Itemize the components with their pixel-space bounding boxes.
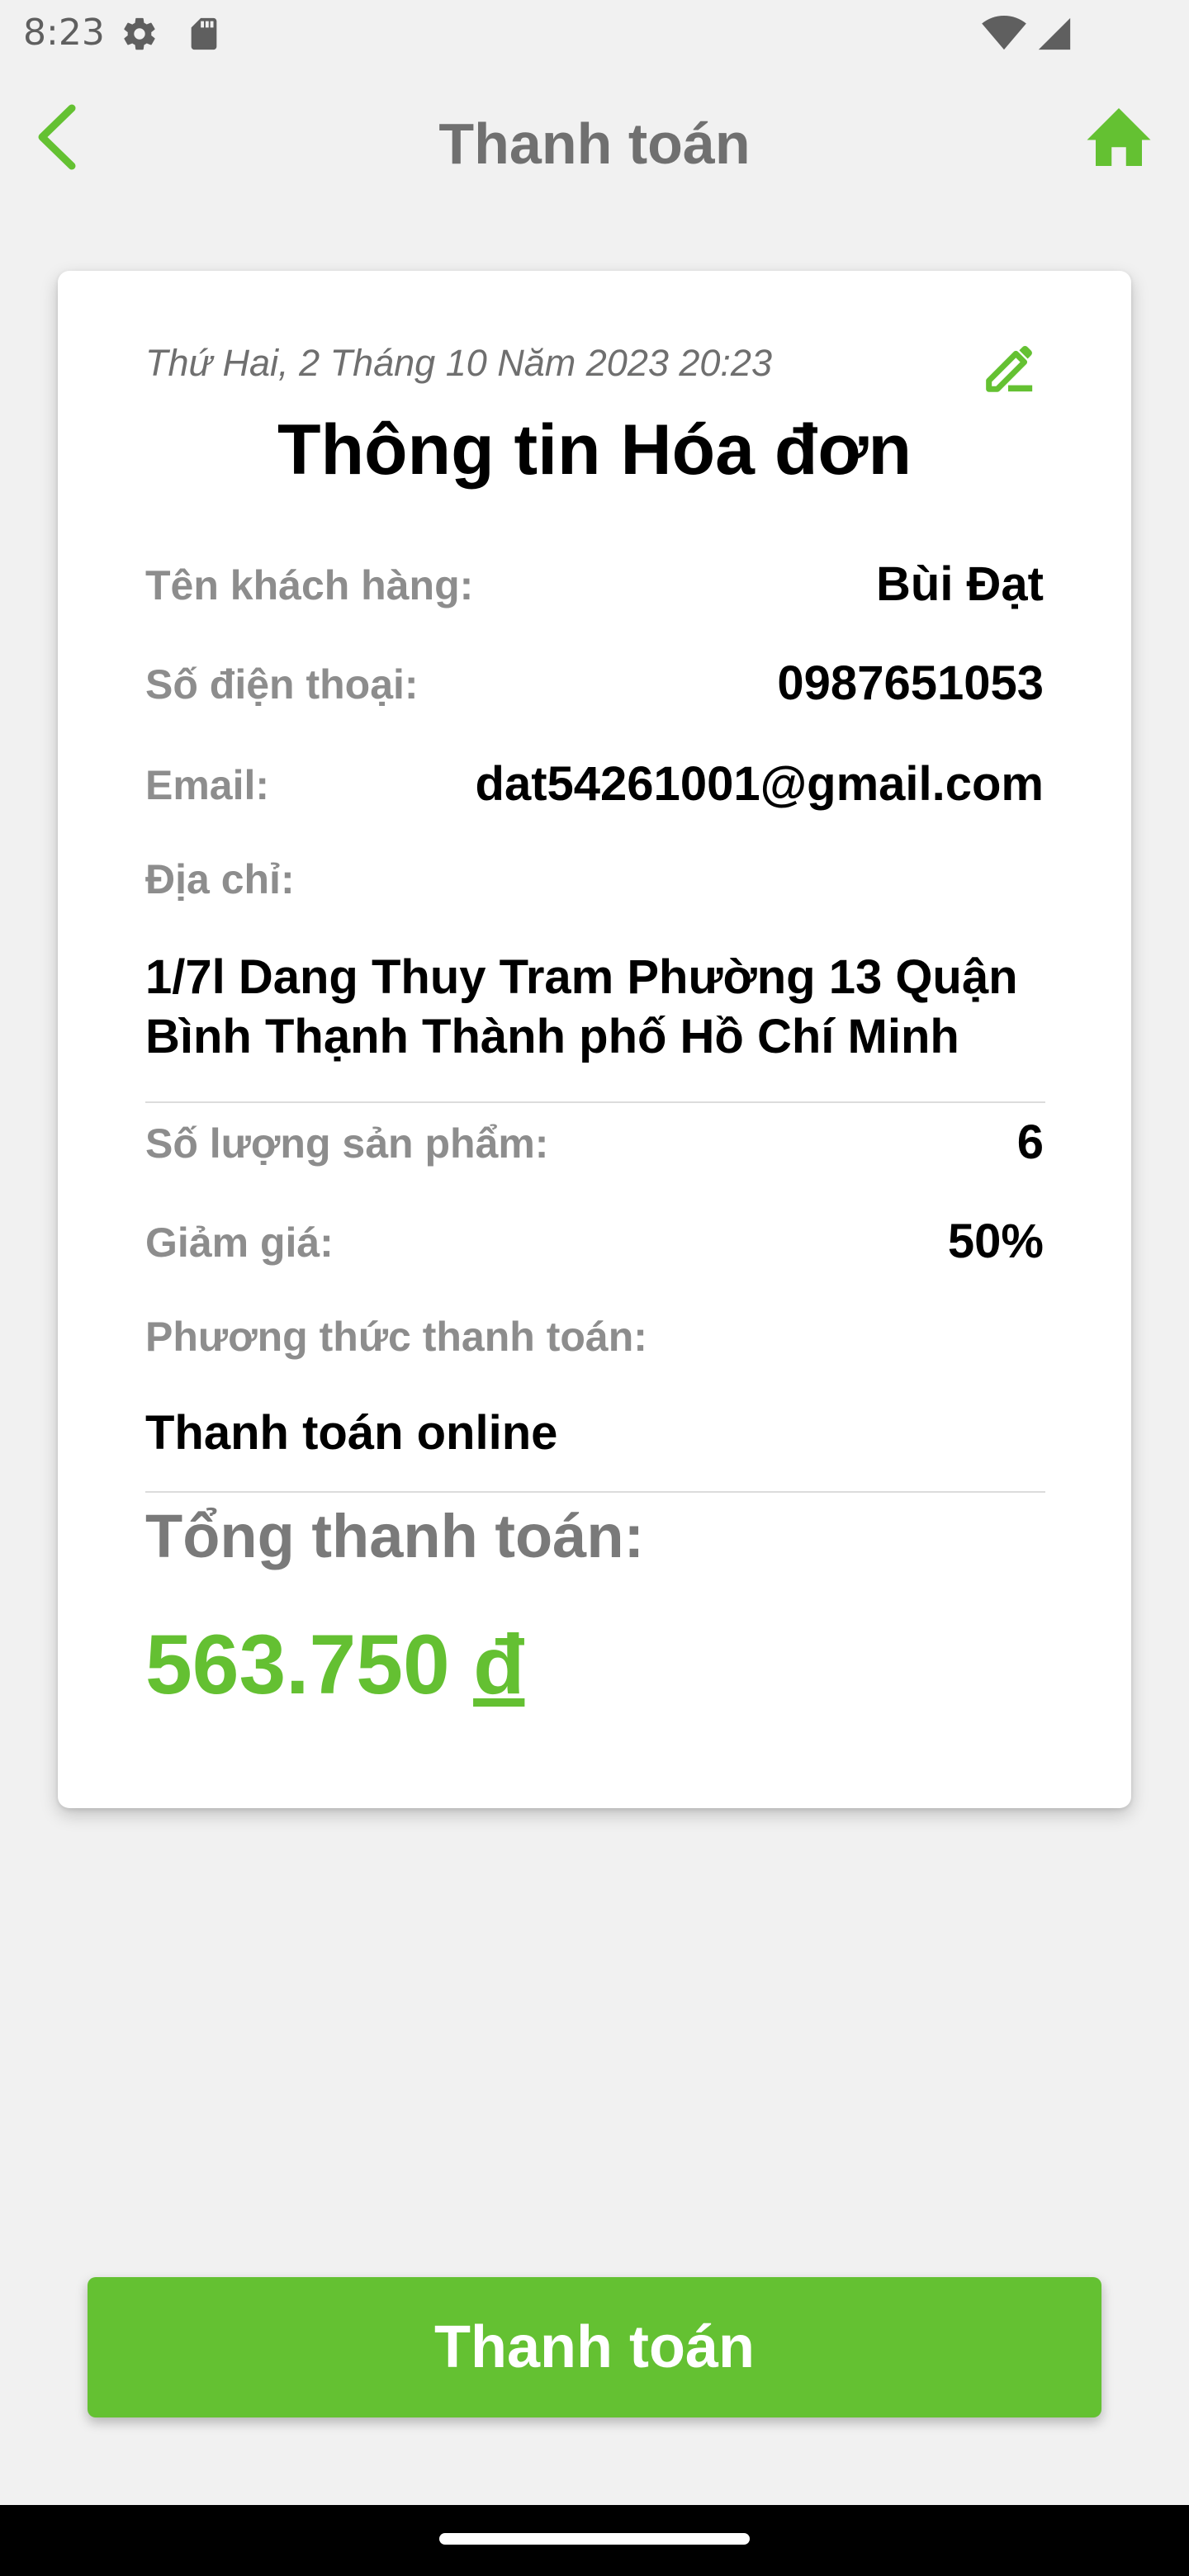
edit-pencil-icon bbox=[979, 339, 1037, 400]
currency-symbol: đ bbox=[473, 1617, 525, 1712]
email-label: Email: bbox=[145, 762, 270, 808]
edit-button[interactable] bbox=[971, 332, 1045, 406]
divider bbox=[145, 1101, 1045, 1103]
address-value: 1/7l Dang Thuy Tram Phường 13 Quận Bình … bbox=[145, 950, 1018, 1063]
status-time: 8:23 bbox=[23, 12, 105, 54]
divider bbox=[145, 1491, 1045, 1493]
discount-label: Giảm giá: bbox=[145, 1219, 334, 1266]
pay-button[interactable]: Thanh toán bbox=[88, 2277, 1101, 2417]
email-value: dat54261001@gmail.com bbox=[475, 757, 1044, 811]
wifi-icon bbox=[981, 15, 1027, 53]
phone-value: 0987651053 bbox=[777, 656, 1044, 710]
quantity-value: 6 bbox=[1016, 1115, 1044, 1169]
customer-name-label: Tên khách hàng: bbox=[145, 562, 474, 608]
total-amount-number: 563.750 bbox=[145, 1617, 450, 1712]
phone-label: Số điện thoại: bbox=[145, 661, 419, 708]
total-amount: 563.750 đ bbox=[145, 1617, 524, 1713]
invoice-date: Thứ Hai, 2 Tháng 10 Năm 2023 20:23 bbox=[145, 342, 772, 384]
home-gesture-handle[interactable] bbox=[439, 2533, 750, 2545]
invoice-card: Thứ Hai, 2 Tháng 10 Năm 2023 20:23 Thông… bbox=[58, 271, 1131, 1808]
system-nav-bar bbox=[0, 2505, 1189, 2576]
sd-card-icon bbox=[185, 15, 223, 53]
quantity-label: Số lượng sản phẩm: bbox=[145, 1120, 549, 1167]
customer-name-value: Bùi Đạt bbox=[876, 557, 1044, 611]
discount-value: 50% bbox=[947, 1215, 1044, 1268]
payment-method-value: Thanh toán online bbox=[145, 1406, 558, 1460]
page-title: Thanh toán bbox=[438, 111, 751, 176]
status-bar: 8:23 bbox=[0, 0, 1189, 69]
app-bar: Thanh toán bbox=[0, 69, 1189, 215]
gear-icon bbox=[121, 15, 159, 53]
address-label: Địa chỉ: bbox=[145, 856, 295, 902]
home-icon bbox=[1084, 105, 1153, 173]
home-button[interactable] bbox=[1073, 97, 1164, 180]
invoice-title: Thông tin Hóa đơn bbox=[277, 410, 912, 490]
payment-method-label: Phương thức thanh toán: bbox=[145, 1314, 647, 1360]
signal-icon bbox=[1035, 15, 1073, 53]
total-label: Tổng thanh toán: bbox=[145, 1502, 645, 1570]
